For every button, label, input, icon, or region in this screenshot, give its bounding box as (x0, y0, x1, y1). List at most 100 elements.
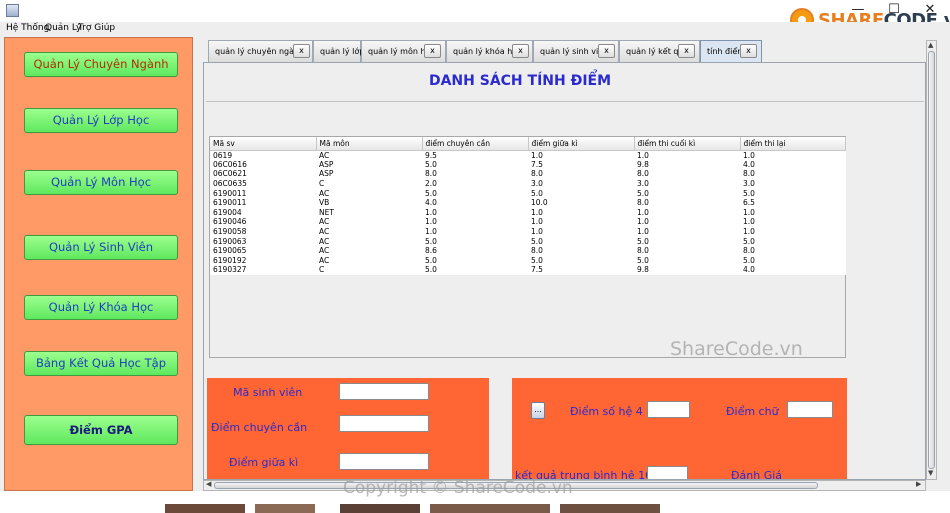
vertical-scroll-thumb[interactable] (928, 51, 935, 469)
table-cell: 7.5 (531, 265, 543, 275)
page-title: DANH SÁCH TÍNH ĐIỂM (428, 73, 612, 89)
quan-ly-khoa-hoc-button[interactable]: Quản Lý Khóa Học (24, 295, 178, 320)
menu-he-thong[interactable]: Hệ Thống (6, 23, 49, 33)
calculate-button[interactable]: ... (531, 402, 545, 419)
minimize-button[interactable]: — (840, 0, 876, 22)
title-bar: SHARECODE.vn — ☐ ✕ (0, 0, 950, 32)
tab-close-button[interactable]: x (293, 44, 310, 58)
table-row[interactable]: 6190011 VB 4.0 10.0 8.0 6.5 (210, 198, 845, 208)
diem-gpa-button[interactable]: Điểm GPA (24, 415, 178, 445)
quan-ly-mon-hoc-button[interactable]: Quản Lý Môn Học (24, 170, 178, 195)
tab-quan-ly-ket-qua[interactable]: quản lý kết quả x (619, 40, 700, 62)
table-row[interactable]: 06C0621 ASP 8.0 8.0 8.0 8.0 (210, 169, 845, 179)
table-row[interactable]: 6190192 AC 5.0 5.0 5.0 5.0 (210, 256, 845, 266)
table-row[interactable]: 6190011 AC 5.0 5.0 5.0 5.0 (210, 188, 845, 198)
table-cell: ASP (319, 159, 334, 169)
table-cell: 1.0 (531, 150, 543, 160)
table-row[interactable]: 06C0616 ASP 5.0 7.5 9.8 4.0 (210, 160, 845, 170)
tab-close-button[interactable]: x (598, 44, 615, 58)
column-header[interactable]: Mã sv (210, 137, 317, 151)
column-header[interactable]: điểm chuyên cần (422, 137, 529, 151)
quan-ly-sinh-vien-button[interactable]: Quản Lý Sinh Viên (24, 235, 178, 260)
vertical-scrollbar[interactable]: ▲ ▼ (926, 40, 937, 480)
table-row[interactable]: 6190046 AC 1.0 1.0 1.0 1.0 (210, 217, 845, 227)
tab-quan-ly-khoa-hoc[interactable]: quản lý khóa học x (446, 40, 533, 62)
diem-chuyen-can-input[interactable] (339, 415, 429, 432)
scroll-down-icon[interactable]: ▼ (928, 469, 933, 477)
divider (206, 101, 924, 102)
ket-qua-trung-binh-output (647, 466, 688, 479)
table-cell: 5.0 (425, 236, 437, 246)
table-cell: ASP (319, 169, 334, 179)
table-cell: 8.0 (637, 169, 649, 179)
table-cell: 8.0 (531, 169, 543, 179)
sidebar: Quản Lý Chuyên Ngành Quản Lý Lớp Học Quả… (4, 37, 193, 491)
diem-giua-ki-label: Điểm giữa kì (229, 456, 299, 469)
table-cell: 8.0 (425, 169, 437, 179)
table-row[interactable]: 619004 NET 1.0 1.0 1.0 1.0 (210, 208, 845, 218)
tab-close-button[interactable]: x (678, 44, 695, 58)
close-window-button[interactable]: ✕ (912, 0, 948, 22)
background-photo (340, 504, 420, 513)
table-cell: AC (319, 188, 330, 198)
tab-quan-ly-mon-hoc[interactable]: quản lý môn học x (361, 40, 446, 62)
tab-quan-ly-chuyen-nganh[interactable]: quản lý chuyên ngành x (208, 40, 313, 62)
student-input-panel: Mã sinh viên Điểm chuyên cần Điểm giữa k… (207, 378, 489, 479)
tab-close-button[interactable]: x (424, 44, 441, 58)
tab-quan-ly-lop[interactable]: quản lý lớp (313, 40, 364, 62)
menu-quan-ly[interactable]: Quản Lý (45, 23, 81, 33)
table-cell: 3.0 (743, 179, 755, 189)
table-row[interactable]: 0619 AC 9.5 1.0 1.0 1.0 (210, 150, 845, 160)
table-cell: 5.0 (743, 188, 755, 198)
tab-close-button[interactable]: x (512, 44, 529, 58)
table-cell: 6190058 (213, 227, 247, 237)
watermark-center: ShareCode.vn (670, 338, 803, 360)
table-cell: 6190063 (213, 236, 247, 246)
table-cell: 9.8 (637, 159, 649, 169)
table-cell: 1.0 (743, 150, 755, 160)
table-row[interactable]: 6190063 AC 5.0 5.0 5.0 5.0 (210, 236, 845, 246)
quan-ly-chuyen-nganh-button[interactable]: Quản Lý Chuyên Ngành (24, 52, 178, 77)
bang-ket-qua-hoc-tap-button[interactable]: Bảng Kết Quả Học Tập (24, 351, 178, 376)
table-cell: C (319, 265, 325, 275)
column-header[interactable]: điểm thi cuối kì (634, 137, 741, 151)
menu-tro-giup[interactable]: Trợ Giúp (78, 23, 115, 33)
table-row[interactable]: 6190058 AC 1.0 1.0 1.0 1.0 (210, 227, 845, 237)
table-cell: AC (319, 246, 330, 256)
diem-so-he-4-output (647, 401, 690, 418)
table-cell: C (319, 179, 325, 189)
ma-sinh-vien-input[interactable] (339, 383, 429, 400)
table-cell: 1.0 (425, 207, 437, 217)
scroll-right-icon[interactable]: ▶ (916, 480, 921, 488)
table-cell: AC (319, 255, 330, 265)
table-cell: 10.0 (531, 198, 548, 208)
tab-tinh-diem[interactable]: tính điểm x (700, 40, 762, 63)
background-photo (255, 504, 315, 513)
column-header[interactable]: điểm thi lại (740, 137, 846, 151)
scroll-up-icon[interactable]: ▲ (928, 41, 933, 49)
table-cell: 9.8 (637, 265, 649, 275)
table-cell: 1.0 (531, 227, 543, 237)
diem-giua-ki-input[interactable] (339, 453, 429, 470)
maximize-button[interactable]: ☐ (876, 0, 912, 22)
column-header[interactable]: điểm giữa kì (528, 137, 635, 151)
table-cell: 5.0 (531, 255, 543, 265)
table-row[interactable]: 6190327 C 5.0 7.5 9.8 4.0 (210, 265, 845, 275)
table-cell: 3.0 (531, 179, 543, 189)
table-cell: 4.0 (743, 159, 755, 169)
table-header-row: Mã sv Mã môn điểm chuyên cần điểm giữa k… (210, 137, 846, 151)
tab-bar: quản lý chuyên ngành x quản lý lớp quản … (204, 40, 938, 63)
table-body: 0619 AC 9.5 1.0 1.0 1.0 06C0616 ASP 5.0 7.5 9.8 4.0… (210, 150, 845, 275)
table-row[interactable]: 06C0635 C 2.0 3.0 3.0 3.0 (210, 179, 845, 189)
column-header[interactable]: Mã môn (316, 137, 423, 151)
result-panel: ... Điểm số hệ 4 Điểm chữ kết quả trung … (512, 378, 847, 479)
tab-close-button[interactable]: x (740, 44, 757, 58)
table-row[interactable]: 6190065 AC 8.6 8.0 8.0 8.0 (210, 246, 845, 256)
quan-ly-lop-hoc-button[interactable]: Quản Lý Lớp Học (24, 108, 178, 133)
table-cell: 8.0 (637, 246, 649, 256)
scroll-left-icon[interactable]: ◀ (206, 480, 211, 488)
tinh-diem-panel: DANH SÁCH TÍNH ĐIỂM Mã sv Mã môn điểm ch… (203, 62, 926, 480)
table-cell: 1.0 (637, 227, 649, 237)
diem-chu-label: Điểm chữ (726, 405, 779, 418)
tab-quan-ly-sinh-vien[interactable]: quản lý sinh viên x (533, 40, 619, 62)
